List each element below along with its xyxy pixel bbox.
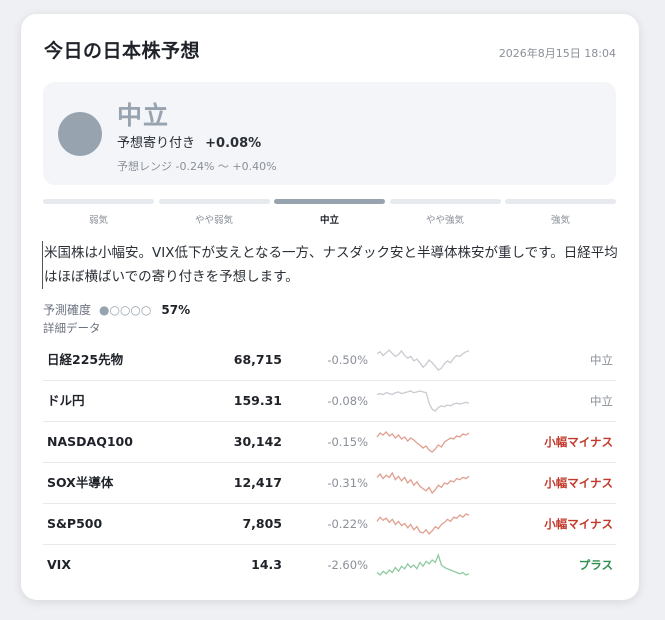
- row-change: -0.15%: [327, 435, 368, 449]
- row-value: 30,142: [233, 434, 282, 449]
- forecast-open-value: +0.08%: [205, 136, 262, 151]
- row-name: ドル円: [47, 393, 85, 408]
- forecast-range: 予想レンジ -0.24% 〜 +0.40%: [117, 160, 277, 173]
- confidence-label: 予測確度: [43, 303, 92, 317]
- scale-segment: やや弱気: [158, 199, 270, 226]
- market-comment: 米国株は小幅安。VIX低下が支えとなる一方、ナスダック安と半導体株安が重しです。…: [42, 241, 624, 289]
- row-status-tag: 小幅マイナス: [544, 476, 613, 490]
- scale-segment: 中立: [274, 199, 385, 226]
- scale-bar: [505, 199, 616, 204]
- row-status-tag: 小幅マイナス: [544, 517, 613, 531]
- scale-segment: 強気: [505, 199, 616, 226]
- sparkline-path: [376, 390, 470, 412]
- table-row[interactable]: ドル円 159.31 -0.08% 中立: [43, 381, 616, 422]
- sentiment-label: 中立: [117, 101, 170, 130]
- row-status-tag: プラス: [578, 558, 613, 572]
- scale-label: 強気: [550, 215, 570, 226]
- sparkline-chart: [376, 349, 470, 371]
- scale-label: やや強気: [425, 215, 464, 226]
- sparkline: [376, 471, 470, 495]
- scale-bar: [389, 199, 501, 204]
- scale-label: 弱気: [88, 215, 108, 226]
- row-change: -0.08%: [327, 394, 368, 408]
- row-name: 日経225先物: [47, 352, 124, 367]
- forecast-open: 予想寄り付き +0.08%: [117, 132, 261, 151]
- scale-bar: [274, 199, 385, 204]
- scale-segment: やや強気: [389, 199, 501, 226]
- detail-heading: 詳細データ: [43, 321, 101, 335]
- sparkline: [376, 348, 470, 372]
- scale-bar: [158, 199, 270, 204]
- scale-label: 中立: [319, 215, 339, 226]
- row-change: -0.50%: [327, 353, 368, 367]
- sparkline-path: [376, 431, 470, 453]
- confidence-value: 57%: [161, 302, 191, 317]
- row-name: SOX半導体: [47, 475, 114, 490]
- sentiment-indicator-dot: [58, 112, 102, 156]
- row-name: NASDAQ100: [47, 434, 133, 449]
- row-value: 159.31: [233, 393, 282, 408]
- row-status-tag: 小幅マイナス: [544, 435, 613, 449]
- sparkline-chart: [376, 431, 470, 453]
- sparkline-chart: [376, 513, 470, 536]
- page-title: 今日の日本株予想: [44, 40, 201, 62]
- row-status-tag: 中立: [590, 394, 613, 408]
- summary-panel: 中立 予想寄り付き +0.08% 予想レンジ -0.24% 〜 +0.40%: [43, 82, 616, 185]
- table-row[interactable]: 日経225先物 68,715 -0.50% 中立: [43, 340, 616, 381]
- sparkline-path: [376, 553, 470, 576]
- row-name: S&P500: [47, 516, 103, 531]
- row-value: 12,417: [233, 475, 282, 490]
- timestamp: 2026年8月15日 18:04: [498, 47, 616, 60]
- confidence: 予測確度 ●○○○○ 57%: [43, 301, 190, 318]
- detail-table: 日経225先物 68,715 -0.50% 中立 ドル円 159.31 -0.08% 中立 NA…: [43, 340, 616, 585]
- sparkline: [376, 512, 470, 536]
- sparkline-chart: [376, 553, 470, 576]
- row-value: 14.3: [251, 557, 282, 572]
- sparkline-chart: [376, 390, 470, 412]
- table-row[interactable]: SOX半導体 12,417 -0.31% 小幅マイナス: [43, 463, 616, 504]
- row-value: 7,805: [242, 516, 282, 531]
- forecast-open-label: 予想寄り付き: [117, 136, 196, 151]
- row-change: -0.31%: [327, 476, 368, 490]
- row-status-tag: 中立: [590, 353, 613, 367]
- scale-segment: 弱気: [43, 199, 154, 226]
- row-name: VIX: [47, 557, 71, 572]
- sparkline-chart: [376, 471, 470, 495]
- forecast-card: 今日の日本株予想 2026年8月15日 18:04 中立 予想寄り付き +0.0…: [21, 14, 639, 600]
- confidence-dots: ●○○○○: [99, 302, 152, 317]
- sparkline-path: [376, 349, 470, 371]
- scale-bar: [43, 199, 154, 204]
- sparkline: [376, 389, 470, 413]
- sparkline: [376, 553, 470, 577]
- scale-label: やや弱気: [194, 215, 233, 226]
- row-value: 68,715: [233, 352, 282, 367]
- table-row[interactable]: NASDAQ100 30,142 -0.15% 小幅マイナス: [43, 422, 616, 463]
- sparkline: [376, 430, 470, 454]
- row-change: -0.22%: [327, 517, 368, 531]
- sparkline-path: [376, 471, 470, 495]
- row-change: -2.60%: [327, 558, 368, 572]
- table-row[interactable]: VIX 14.3 -2.60% プラス: [43, 545, 616, 585]
- sparkline-path: [376, 513, 470, 536]
- table-row[interactable]: S&P500 7,805 -0.22% 小幅マイナス: [43, 504, 616, 545]
